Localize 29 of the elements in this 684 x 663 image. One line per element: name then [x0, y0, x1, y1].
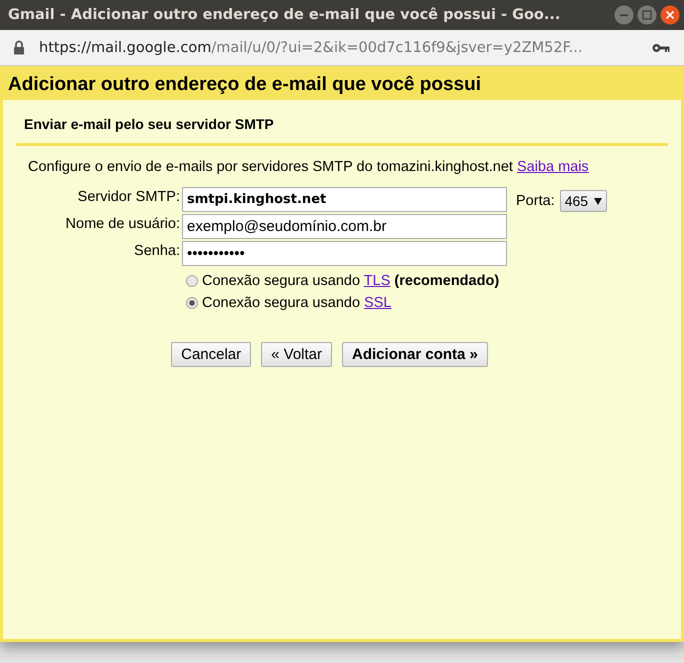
port-select[interactable]: 465 — [560, 190, 608, 212]
field-label: Servidor SMTP: — [76, 188, 180, 207]
radio-button[interactable] — [186, 275, 198, 287]
lock-icon — [13, 40, 25, 55]
caret-icon — [594, 198, 602, 204]
field-label: Nome de usuário: — [64, 215, 180, 234]
window-title: Gmail - Adicionar outro endereço de e-mail que você possui - Goo... — [8, 7, 562, 23]
input-field[interactable]: smtpi.kinghost.net — [182, 187, 507, 212]
field-label: Senha: — [133, 242, 180, 261]
dialog-button[interactable]: Cancelar — [171, 342, 252, 367]
input-field[interactable]: ••••••••••• — [182, 241, 507, 266]
key-icon[interactable] — [652, 42, 670, 52]
dialog-title: Adicionar outro endereço de e-mail que você possui — [8, 74, 481, 95]
option-link[interactable]: SSL — [364, 295, 392, 311]
intro-text: Configure o envio de e-mails por servidores SMTP do tomazini.kinghost.net Saiba mais — [27, 158, 590, 175]
minimize-icon[interactable] — [614, 5, 634, 25]
section-title: Enviar e-mail pelo seu servidor SMTP — [16, 100, 668, 146]
learn-more-link[interactable]: Saiba mais — [516, 159, 589, 175]
url-host: https://mail.google.com — [39, 40, 212, 56]
url-path: /mail/u/0/?ui=2&ik=00d7c116f9&jsver=y2ZM52F... — [211, 40, 582, 56]
dialog-button[interactable]: Adicionar conta » — [342, 342, 488, 367]
option-label: Conexão segura usando TLS (recomendado) — [202, 273, 500, 289]
option-label: Conexão segura usando SSL — [202, 295, 392, 311]
option-link[interactable]: TLS — [364, 273, 390, 289]
dialog-button[interactable]: « Voltar — [261, 342, 332, 367]
radio-button[interactable] — [186, 297, 198, 309]
close-icon[interactable] — [660, 5, 680, 25]
port-label: Porta: — [516, 193, 555, 209]
input-field[interactable]: exemplo@seudomínio.com.br — [182, 214, 507, 239]
